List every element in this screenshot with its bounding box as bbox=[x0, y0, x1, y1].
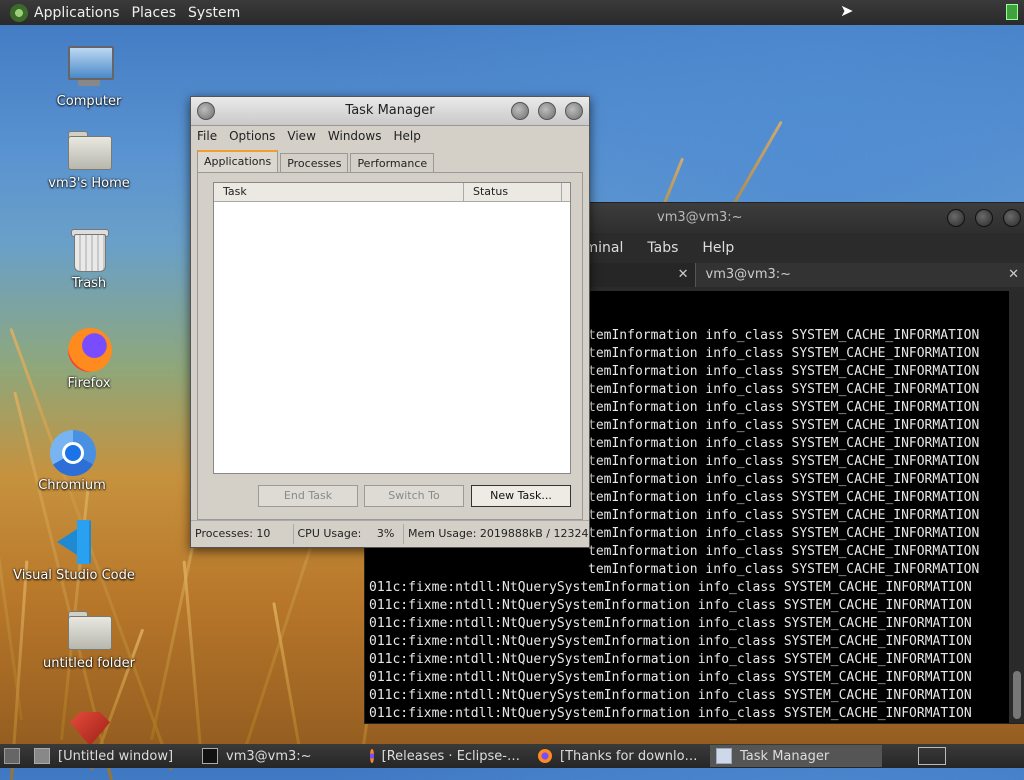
workspace-switcher-icon[interactable] bbox=[918, 747, 946, 765]
desktop-icon-chromium[interactable]: Chromium bbox=[17, 430, 127, 493]
show-desktop-icon[interactable] bbox=[4, 748, 20, 764]
close-button[interactable] bbox=[1003, 209, 1021, 227]
status-cpu: CPU Usage: 3% bbox=[294, 524, 404, 544]
tab-applications[interactable]: Applications bbox=[197, 150, 278, 172]
taskbar-item-thanks[interactable]: [Thanks for downlo… bbox=[532, 745, 704, 767]
terminal-menu-help[interactable]: Help bbox=[702, 240, 734, 256]
distro-logo-icon[interactable] bbox=[10, 4, 28, 22]
minimize-button[interactable] bbox=[511, 102, 529, 120]
close-tab-icon[interactable]: ✕ bbox=[678, 263, 689, 287]
tab-performance[interactable]: Performance bbox=[350, 153, 434, 172]
system-menu[interactable]: System bbox=[188, 5, 252, 21]
folder-icon bbox=[66, 608, 112, 652]
task-list-header: Task Status bbox=[214, 183, 570, 202]
firefox-icon bbox=[66, 328, 112, 372]
terminal-line: temInformation info_class SYSTEM_CACHE_I… bbox=[369, 561, 1009, 579]
task-list[interactable]: Task Status bbox=[213, 182, 571, 474]
status-memory: Mem Usage: 2019888kB / 12324528kB bbox=[404, 524, 589, 544]
status-bar: Processes: 10 CPU Usage: 3% Mem Usage: 2… bbox=[191, 520, 589, 547]
terminal-menu-tabs[interactable]: Tabs bbox=[647, 240, 678, 256]
applications-panel: Task Status End Task Switch To New Task.… bbox=[197, 172, 583, 520]
end-task-button[interactable]: End Task bbox=[258, 485, 358, 507]
close-tab-icon[interactable]: ✕ bbox=[1008, 263, 1019, 287]
maximize-button[interactable] bbox=[538, 102, 556, 120]
places-menu[interactable]: Places bbox=[132, 5, 189, 21]
close-button[interactable] bbox=[565, 102, 583, 120]
chromium-icon bbox=[49, 430, 95, 474]
terminal-tab-2[interactable]: vm3@vm3:~ ✕ bbox=[696, 263, 1024, 287]
column-status[interactable]: Status bbox=[464, 183, 562, 201]
task-manager-titlebar[interactable]: Task Manager bbox=[191, 97, 589, 126]
home-folder-icon bbox=[66, 128, 112, 172]
window-title: Task Manager bbox=[191, 103, 589, 118]
minimize-button[interactable] bbox=[947, 209, 965, 227]
bottom-panel: [Untitled window] vm3@vm3:~ [Releases · … bbox=[0, 744, 1024, 768]
scrollbar-thumb[interactable] bbox=[1013, 671, 1021, 719]
status-processes: Processes: 10 bbox=[191, 524, 294, 544]
desktop-icon-label: Firefox bbox=[67, 376, 110, 391]
mouse-pointer-icon: ➤ bbox=[840, 1, 853, 20]
maximize-button[interactable] bbox=[975, 209, 993, 227]
terminal-line: 011c:fixme:ntdll:NtQuerySystemInformatio… bbox=[369, 669, 1009, 687]
desktop-icon-label: Chromium bbox=[38, 478, 106, 493]
terminal-line: 011c:fixme:ntdll:NtQuerySystemInformatio… bbox=[369, 633, 1009, 651]
terminal-scrollbar[interactable] bbox=[1011, 291, 1023, 723]
terminal-line: 011c:fixme:ntdll:NtQuerySystemInformatio… bbox=[369, 705, 1009, 723]
switch-to-button[interactable]: Switch To bbox=[364, 485, 464, 507]
terminal-line: 011c:fixme:ntdll:NtQuerySystemInformatio… bbox=[369, 615, 1009, 633]
task-manager-tabs: Applications Processes Performance bbox=[197, 150, 436, 172]
taskbar-item-task-manager[interactable]: Task Manager bbox=[710, 745, 882, 767]
applications-menu[interactable]: Applications bbox=[34, 5, 132, 21]
desktop-icon-firefox[interactable]: Firefox bbox=[34, 328, 144, 391]
desktop-icon-computer[interactable]: Computer bbox=[34, 46, 144, 109]
terminal-line: 011c:fixme:ntdll:NtQuerySystemInformatio… bbox=[369, 651, 1009, 669]
desktop-icon-label: vm3's Home bbox=[48, 176, 130, 191]
task-manager-menubar: File Options View Windows Help bbox=[191, 126, 589, 146]
taskbar-item-terminal[interactable]: vm3@vm3:~ bbox=[196, 745, 358, 767]
firefox-icon bbox=[370, 749, 374, 763]
taskbar-item-label: Task Manager bbox=[740, 749, 829, 764]
window-icon bbox=[34, 748, 50, 764]
desktop-icon-label: untitled folder bbox=[43, 656, 135, 671]
desktop-icon-untitled-folder[interactable]: untitled folder bbox=[34, 608, 144, 671]
terminal-line: 011c:fixme:ntdll:NtQuerySystemInformatio… bbox=[369, 687, 1009, 705]
desktop-icon-home[interactable]: vm3's Home bbox=[34, 128, 144, 191]
status-cpu-label: CPU Usage: bbox=[298, 527, 362, 540]
menu-options[interactable]: Options bbox=[229, 129, 275, 143]
grass-blade bbox=[183, 561, 203, 761]
tab-processes[interactable]: Processes bbox=[280, 153, 348, 172]
trash-icon bbox=[66, 228, 112, 272]
computer-icon bbox=[66, 46, 112, 90]
desktop-icon-label: Trash bbox=[72, 276, 106, 291]
terminal-tab-label: vm3@vm3:~ bbox=[706, 267, 792, 282]
desktop-icon-label: Visual Studio Code bbox=[13, 568, 135, 583]
menu-help[interactable]: Help bbox=[393, 129, 420, 143]
status-cpu-value: 3% bbox=[377, 527, 394, 540]
terminal-line: 011c:fixme:ntdll:NtQuerySystemInformatio… bbox=[369, 597, 1009, 615]
firefox-icon bbox=[538, 749, 552, 763]
taskbar-item-label: [Releases · Eclipse-… bbox=[382, 749, 520, 764]
grass-blade bbox=[272, 602, 303, 760]
desktop-icon-label: Computer bbox=[57, 94, 122, 109]
menu-file[interactable]: File bbox=[197, 129, 217, 143]
taskmanager-icon bbox=[716, 748, 732, 764]
task-manager-window[interactable]: Task Manager File Options View Windows H… bbox=[190, 96, 590, 548]
terminal-line: 011c:fixme:ntdll:NtQuerySystemInformatio… bbox=[369, 579, 1009, 597]
terminal-icon bbox=[202, 748, 218, 764]
taskbar-item-releases[interactable]: [Releases · Eclipse-… bbox=[364, 745, 526, 767]
terminal-title: vm3@vm3:~ bbox=[657, 210, 743, 225]
taskbar-item-label: [Thanks for downlo… bbox=[560, 749, 698, 764]
menu-view[interactable]: View bbox=[287, 129, 315, 143]
new-task-button[interactable]: New Task... bbox=[471, 485, 571, 507]
taskbar-item-label: [Untitled window] bbox=[58, 749, 173, 764]
taskbar-item-label: vm3@vm3:~ bbox=[226, 749, 312, 764]
taskbar-item-untitled-window[interactable]: [Untitled window] bbox=[28, 745, 190, 767]
vscode-icon bbox=[51, 520, 97, 564]
menu-windows[interactable]: Windows bbox=[328, 129, 382, 143]
desktop-icon-trash[interactable]: Trash bbox=[34, 228, 144, 291]
desktop-icon-vscode[interactable]: Visual Studio Code bbox=[10, 520, 138, 583]
column-task[interactable]: Task bbox=[214, 183, 464, 201]
top-panel: Applications Places System ➤ bbox=[0, 0, 1024, 25]
workspace-applet-icon[interactable] bbox=[1006, 4, 1018, 20]
